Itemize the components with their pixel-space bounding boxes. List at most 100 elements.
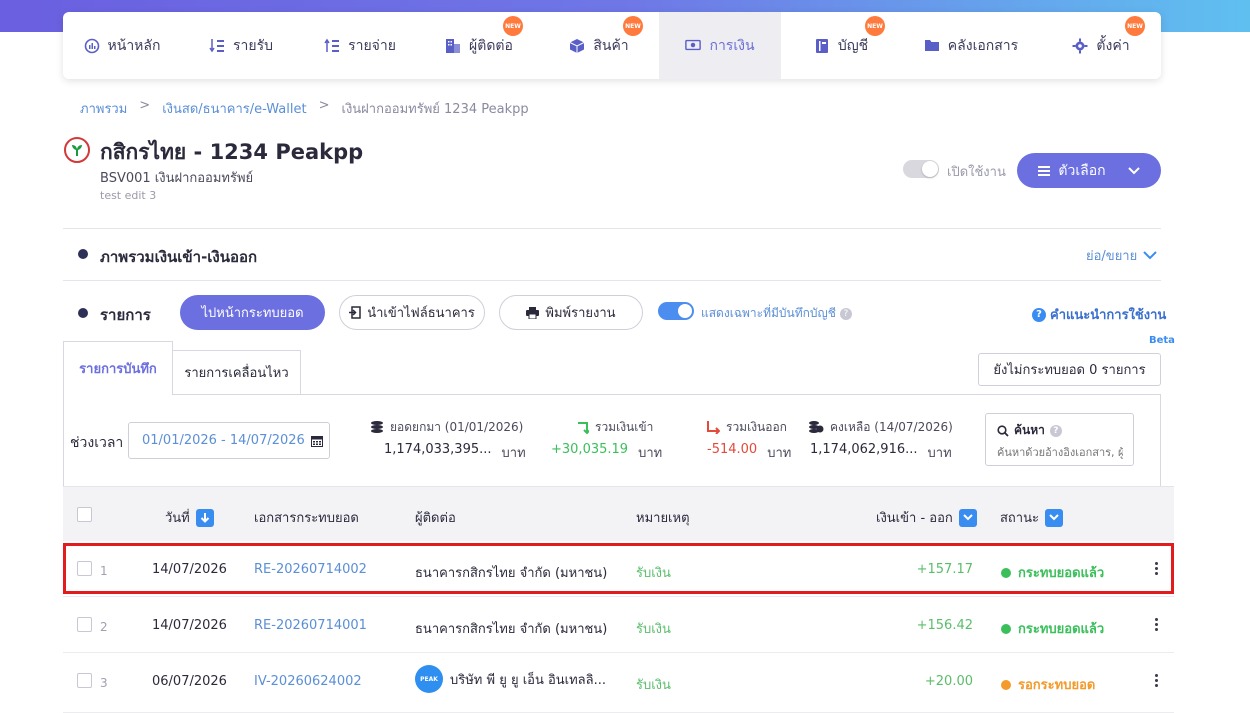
arrow-in-icon — [578, 422, 589, 434]
menu-lines-icon — [1038, 165, 1051, 176]
search-label: ค้นหา — [1014, 423, 1045, 437]
nav-item-label: การเงิน — [709, 37, 755, 54]
row-amount: +157.17 — [916, 562, 973, 577]
row-checkbox[interactable] — [77, 617, 92, 632]
date-header: วันที่ — [165, 507, 214, 528]
overview-title: ภาพรวมเงินเข้า-เงินออก — [100, 248, 258, 266]
divider — [63, 228, 1161, 229]
section-bullet — [78, 308, 88, 318]
chevron-down-icon[interactable] — [958, 508, 977, 527]
sort-down-icon[interactable] — [195, 508, 214, 527]
main-nav: หน้าหลัก รายรับ รายจ่าย ผู้ติดต่อ NEW สินค้า N… — [63, 12, 1161, 79]
total-out-value: -514.00 — [707, 442, 758, 457]
nav-item-0[interactable]: หน้าหลัก — [63, 12, 181, 79]
nav-item-5[interactable]: การเงิน — [659, 12, 781, 79]
tab-records[interactable]: รายการบันทึก — [63, 341, 173, 395]
enable-toggle[interactable] — [903, 160, 939, 178]
status-dot — [1001, 567, 1011, 578]
collapse-toggle[interactable]: ย่อ/ขยาย — [1086, 245, 1157, 266]
nav-item-label: หน้าหลัก — [107, 37, 161, 54]
status-label: กระทบยอดแล้ว — [1018, 566, 1105, 581]
product-box-icon — [569, 38, 585, 54]
row-contact: ธนาคารกสิกรไทย จำกัด (มหาชน) — [415, 562, 607, 583]
total-in-label: รวมเงินเข้า — [595, 419, 654, 434]
nav-item-1[interactable]: รายรับ — [181, 12, 301, 79]
table-row[interactable]: 3 06/07/2026 IV-20260624002 PEAK บริษัท พี ย… — [63, 653, 1174, 713]
row-status: รอกระทบยอด — [1001, 674, 1095, 695]
beta-badge: Beta — [1149, 335, 1175, 346]
row-amount: +20.00 — [924, 674, 973, 689]
table-header: วันที่ เอกสารกระทบยอด ผู้ติดต่อ หมายเหตุ… — [63, 486, 1174, 541]
table-row[interactable]: 2 14/07/2026 RE-20260714001 ธนาคารกสิกรไทย … — [63, 597, 1174, 653]
help-icon[interactable]: ? — [1049, 424, 1062, 437]
kebab-menu-icon[interactable] — [1155, 562, 1159, 575]
document-header: เอกสารกระทบยอด — [254, 511, 359, 526]
chevron-down-icon — [1143, 251, 1157, 260]
nav-item-6[interactable]: บัญชี NEW — [781, 12, 901, 79]
breadcrumb-overview[interactable]: ภาพรวม — [80, 98, 127, 119]
breadcrumb: ภาพรวม > เงินสด/ธนาคาร/e-Wallet > เงินฝา… — [80, 98, 529, 119]
usage-guide-link[interactable]: ? คำแนะนำการใช้งาน — [1032, 304, 1166, 325]
row-number: 1 — [100, 564, 108, 578]
nav-item-3[interactable]: ผู้ติดต่อ NEW — [419, 12, 539, 79]
total-in-unit: บาท — [638, 446, 663, 461]
help-icon[interactable]: ? — [839, 307, 852, 320]
row-checkbox[interactable] — [77, 561, 92, 576]
search-input[interactable] — [997, 446, 1123, 459]
chevron-down-icon — [1127, 166, 1140, 174]
nav-item-label: บัญชี — [837, 37, 869, 54]
note-header: หมายเหตุ — [636, 511, 690, 526]
show-recorded-toggle[interactable] — [658, 302, 694, 320]
nav-item-8[interactable]: ตั้งค่า NEW — [1041, 12, 1161, 79]
select-all-checkbox[interactable] — [77, 507, 92, 522]
row-checkbox[interactable] — [77, 673, 92, 688]
money-icon — [685, 38, 702, 54]
breadcrumb-cash-bank[interactable]: เงินสด/ธนาคาร/e-Wallet — [162, 98, 306, 119]
nav-item-7[interactable]: คลังเอกสาร — [901, 12, 1041, 79]
question-circle-icon: ? — [1032, 307, 1046, 322]
contact-avatar: PEAK — [415, 665, 443, 693]
date-range-input[interactable]: 01/01/2026 - 14/07/2026 — [128, 422, 330, 459]
kebab-menu-icon[interactable] — [1155, 618, 1159, 631]
breadcrumb-separator: > — [318, 98, 330, 113]
period-label: ช่วงเวลา — [70, 435, 124, 451]
tab-movements[interactable]: รายการเคลื่อนไหว — [172, 350, 301, 394]
unreconciled-count-button[interactable]: ยังไม่กระทบยอด 0 รายการ — [978, 353, 1161, 386]
row-document-link[interactable]: IV-20260624002 — [254, 674, 362, 689]
go-reconcile-button[interactable]: ไปหน้ากระทบยอด — [180, 295, 325, 330]
date-header-label: วันที่ — [165, 511, 190, 526]
status-dot — [1001, 623, 1011, 634]
new-badge: NEW — [865, 16, 885, 36]
amount-header: เงินเข้า - ออก — [876, 507, 977, 528]
page-title: กสิกรไทย - 1234 Peakpp — [100, 140, 364, 164]
balance-value: 1,174,062,916... — [810, 442, 918, 457]
row-status: กระทบยอดแล้ว — [1001, 562, 1104, 583]
chevron-down-icon[interactable] — [1044, 508, 1063, 527]
stat-total-out: รวมเงินออก -514.00 บาท — [706, 419, 791, 463]
nav-item-2[interactable]: รายจ่าย — [301, 12, 419, 79]
table-row[interactable]: 1 14/07/2026 RE-20260714002 ธนาคารกสิกรไทย … — [63, 541, 1174, 597]
options-dropdown-button[interactable]: ตัวเลือก — [1017, 153, 1161, 188]
folder-icon — [924, 38, 940, 54]
import-bank-file-button[interactable]: นำเข้าไฟล์ธนาคาร — [339, 295, 485, 330]
nav-item-4[interactable]: สินค้า NEW — [539, 12, 659, 79]
print-report-button[interactable]: พิมพ์รายงาน — [499, 295, 643, 330]
row-note: รับเงิน — [636, 622, 671, 637]
row-note: รับเงิน — [636, 566, 671, 581]
nav-item-label: ผู้ติดต่อ — [469, 37, 513, 54]
coin-stack-icon — [371, 421, 383, 433]
stat-opening-balance: ยอดยกมา (01/01/2026) 1,174,033,395... บา… — [370, 419, 526, 463]
row-number: 3 — [100, 676, 108, 690]
kebab-menu-icon[interactable] — [1155, 674, 1159, 687]
nav-item-label: ตั้งค่า — [1096, 37, 1130, 54]
row-document-link[interactable]: RE-20260714002 — [254, 562, 367, 577]
ledger-book-icon — [814, 38, 830, 54]
search-box: ค้นหา ? — [985, 413, 1134, 466]
date-range-value: 01/01/2026 - 14/07/2026 — [142, 433, 305, 448]
total-out-unit: บาท — [767, 446, 792, 461]
nav-item-label: สินค้า — [593, 37, 629, 54]
print-report-label: พิมพ์รายงาน — [545, 306, 616, 321]
row-document-link[interactable]: RE-20260714001 — [254, 618, 367, 633]
arrow-out-icon — [707, 421, 720, 434]
contact-name: ธนาคารกสิกรไทย จำกัด (มหาชน) — [415, 566, 608, 581]
